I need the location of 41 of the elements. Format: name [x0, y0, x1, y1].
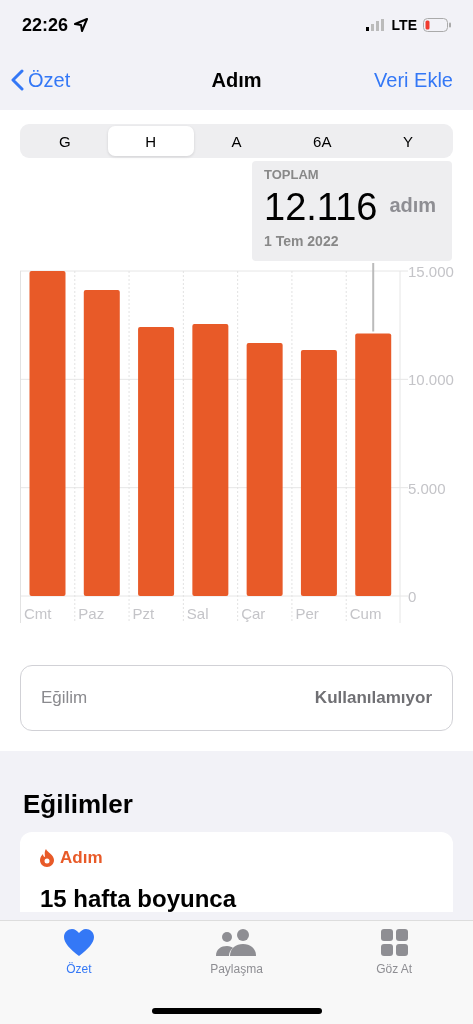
segment-tab[interactable]: A [193, 126, 280, 156]
x-axis-label: Paz [78, 605, 105, 622]
y-axis-label: 10.000 [408, 371, 454, 389]
back-chevron-icon [10, 69, 24, 91]
y-axis-label: 0 [408, 588, 417, 605]
x-axis-label: Çar [241, 605, 266, 622]
trend-card[interactable]: Adım 15 hafta boyunca [20, 832, 453, 912]
x-axis-label: Cum [349, 605, 382, 622]
summary-date: 1 Tem 2022 [264, 233, 340, 249]
segment-tab[interactable]: G [22, 126, 108, 156]
summary-unit: adım [389, 194, 437, 217]
segment-tab[interactable]: Y [365, 126, 451, 156]
trend-label: Eğilim [41, 688, 88, 708]
page-title: Adım [211, 68, 262, 92]
segment-tab[interactable]: H [107, 126, 194, 156]
y-axis-label: 15.000 [408, 263, 454, 280]
back-link[interactable]: Özet [10, 68, 71, 92]
heart-icon [63, 929, 94, 956]
network-label: LTE [391, 17, 417, 33]
back-label: Özet [28, 68, 71, 92]
tab-bar-item[interactable]: Özet [23, 929, 134, 979]
x-axis-label: Pzt [132, 605, 155, 622]
x-axis-label: Sal [186, 605, 209, 622]
location-arrow-icon [74, 18, 89, 32]
summary-value: 12.116 [264, 186, 378, 229]
x-axis-label: Cmt [24, 605, 52, 622]
segment-tab[interactable]: 6A [279, 126, 366, 156]
signal-icon [365, 19, 386, 31]
y-axis-label: 5.000 [408, 479, 446, 497]
summary-caption: TOPLAM [264, 167, 320, 182]
card-category: Adım [60, 848, 103, 868]
flame-icon [40, 849, 54, 867]
x-axis-label: Per [295, 605, 319, 622]
card-title: 15 hafta boyunca [40, 886, 238, 912]
add-data-link[interactable]: Veri Ekle [374, 68, 453, 92]
people-icon [216, 929, 257, 956]
grid-icon [380, 929, 408, 956]
clock-time: 22:26 [22, 14, 69, 36]
section-heading: Eğilimler [23, 789, 134, 820]
battery-icon [423, 18, 451, 32]
trend-value: Kullanılamıyor [314, 688, 432, 708]
